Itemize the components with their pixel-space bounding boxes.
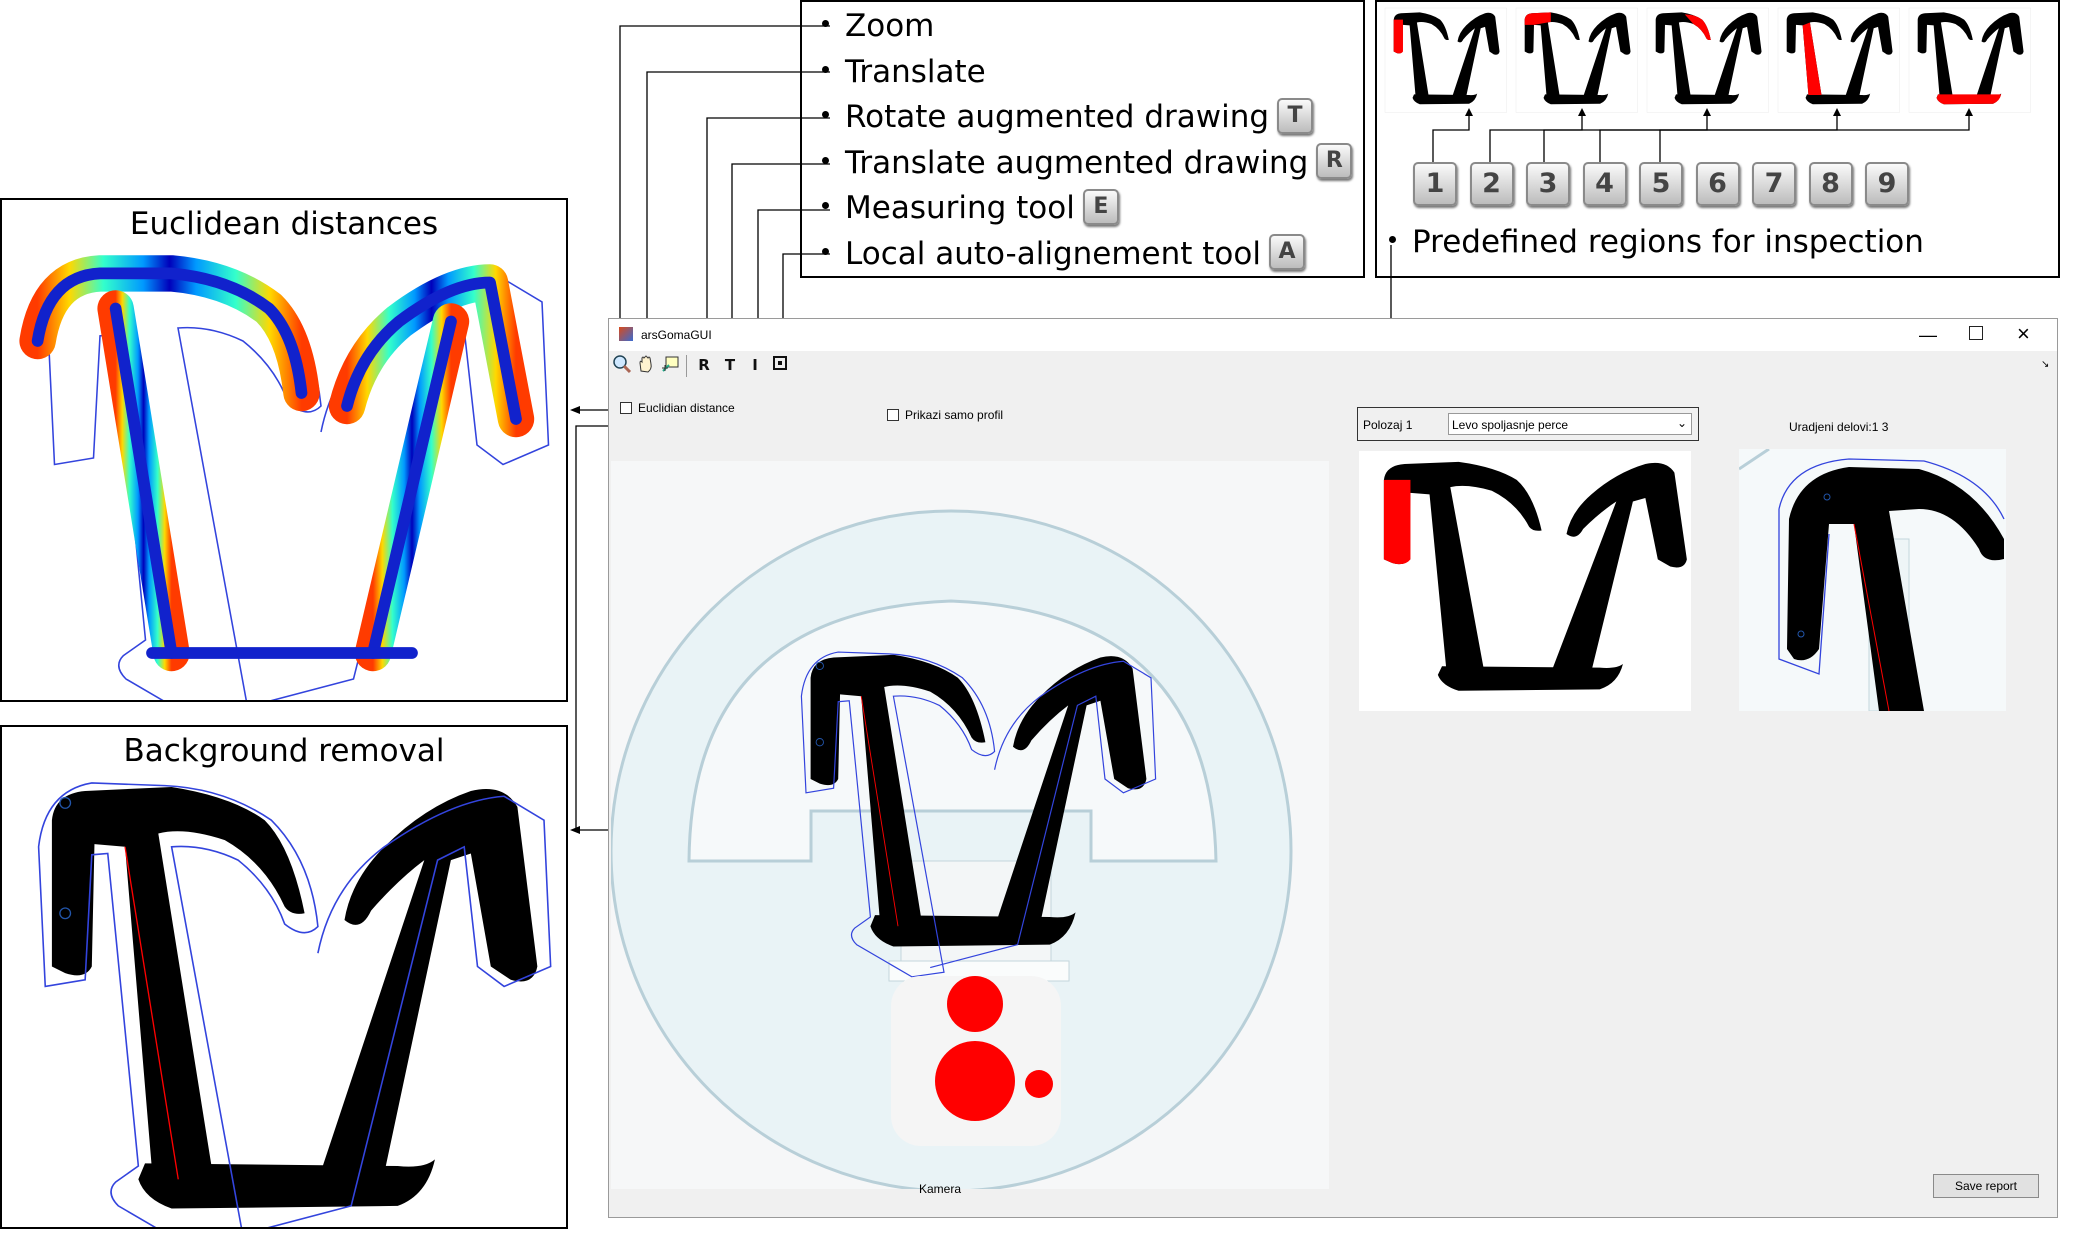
region-key-4: 4 <box>1582 162 1627 206</box>
euclidean-heatmap <box>19 255 550 700</box>
toolbar: R T I ↘ <box>609 351 2057 381</box>
title-bar: arsGomaGUI — × <box>609 319 2057 351</box>
save-report-label: Save report <box>1954 1179 2018 1193</box>
region-key-1: 1 <box>1413 162 1457 206</box>
toolbar-separator <box>686 355 687 377</box>
undock-icon[interactable]: ↘ <box>2041 359 2049 370</box>
legend-leader-lines <box>616 25 830 352</box>
app-icon <box>619 327 633 341</box>
done-parts-label: Uradjeni delovi:1 3 <box>1789 420 1889 434</box>
regions-caption: Predefined regions for inspection <box>1389 224 1924 260</box>
close-icon[interactable]: × <box>2017 321 2030 347</box>
region-arrows <box>1432 108 1973 162</box>
toolbar-legend: Zoom Translate Rotate augmented drawing T Tr… <box>800 0 1365 278</box>
keyboard-key-icon: T <box>1277 97 1314 134</box>
legend-item-label: Rotate augmented drawing <box>845 99 1270 135</box>
measuring-tool[interactable]: I <box>744 354 766 376</box>
app-window: arsGomaGUI — × R T I ↘ Euclidian distanc… <box>608 318 2058 1218</box>
legend-item-label: Translate augmented drawing <box>845 144 1309 181</box>
legend-item-label: Local auto-alignement tool <box>845 235 1261 272</box>
region-key-9: 9 <box>1865 162 1909 206</box>
predefined-regions-panel: 123456789 Predefined regions for inspect… <box>1375 0 2060 278</box>
background-removed-image <box>37 782 552 1227</box>
euclidian-distance-label: Euclidian distance <box>638 401 735 415</box>
window-title: arsGomaGUI <box>641 328 712 342</box>
position-label: Polozaj 1 <box>1363 418 1413 432</box>
camera-view <box>611 461 1329 1189</box>
legend-item-label: Measuring tool <box>845 190 1075 226</box>
zoom-in-icon[interactable] <box>611 354 633 376</box>
data-cursor-icon[interactable] <box>659 354 681 376</box>
show-profile-label: Prikazi samo profil <box>905 408 1004 422</box>
legend-item: Measuring tool E <box>822 188 1119 228</box>
chevron-down-icon[interactable]: ⌄ <box>1677 416 1687 430</box>
region-key-2: 2 <box>1469 162 1514 206</box>
background-removal-panel: Background removal <box>0 725 568 1229</box>
pan-hand-icon[interactable] <box>635 354 657 376</box>
position-select-value: Levo spoljasnje perce <box>1452 418 1569 432</box>
euclidian-distance-checkbox[interactable] <box>620 402 632 414</box>
maximize-icon[interactable] <box>1969 326 1983 340</box>
legend-item: Rotate augmented drawing T <box>822 97 1314 137</box>
regions-caption-text: Predefined regions for inspection <box>1412 224 1924 260</box>
save-report-button[interactable]: Save report <box>1933 1174 2039 1198</box>
bullet-icon <box>1389 236 1396 243</box>
background-title: Background removal <box>123 733 445 769</box>
region-preview <box>1359 451 1691 711</box>
position-group: Polozaj 1 Levo spoljasnje perce ⌄ <box>1357 407 1699 441</box>
euclidean-title: Euclidean distances <box>129 206 439 242</box>
legend-item-label: Translate <box>845 53 986 90</box>
region-key-6: 6 <box>1695 162 1740 206</box>
keyboard-key-icon: A <box>1268 234 1305 270</box>
camera-label: Kamera <box>919 1182 962 1196</box>
region-key-7: 7 <box>1752 162 1796 206</box>
legend-item: Local auto-alignement tool A <box>822 234 1305 274</box>
detail-zoom-view <box>1739 449 2006 711</box>
region-key-8: 8 <box>1808 162 1853 206</box>
minimize-icon[interactable]: — <box>1919 325 1937 346</box>
region-key-5: 5 <box>1639 162 1683 206</box>
keyboard-key-icon: E <box>1082 188 1119 225</box>
auto-align-tool[interactable] <box>769 354 791 376</box>
translate-drawing-tool[interactable]: R <box>693 354 715 376</box>
region-key-3: 3 <box>1526 162 1570 206</box>
legend-item: Translate augmented drawing R <box>822 143 1353 183</box>
position-select[interactable]: Levo spoljasnje perce ⌄ <box>1448 413 1692 435</box>
euclidean-distance-panel: Euclidean distances <box>0 198 568 702</box>
keyboard-key-icon: R <box>1316 143 1353 179</box>
show-profile-checkbox[interactable] <box>887 409 899 421</box>
rotate-drawing-tool[interactable]: T <box>719 354 741 376</box>
